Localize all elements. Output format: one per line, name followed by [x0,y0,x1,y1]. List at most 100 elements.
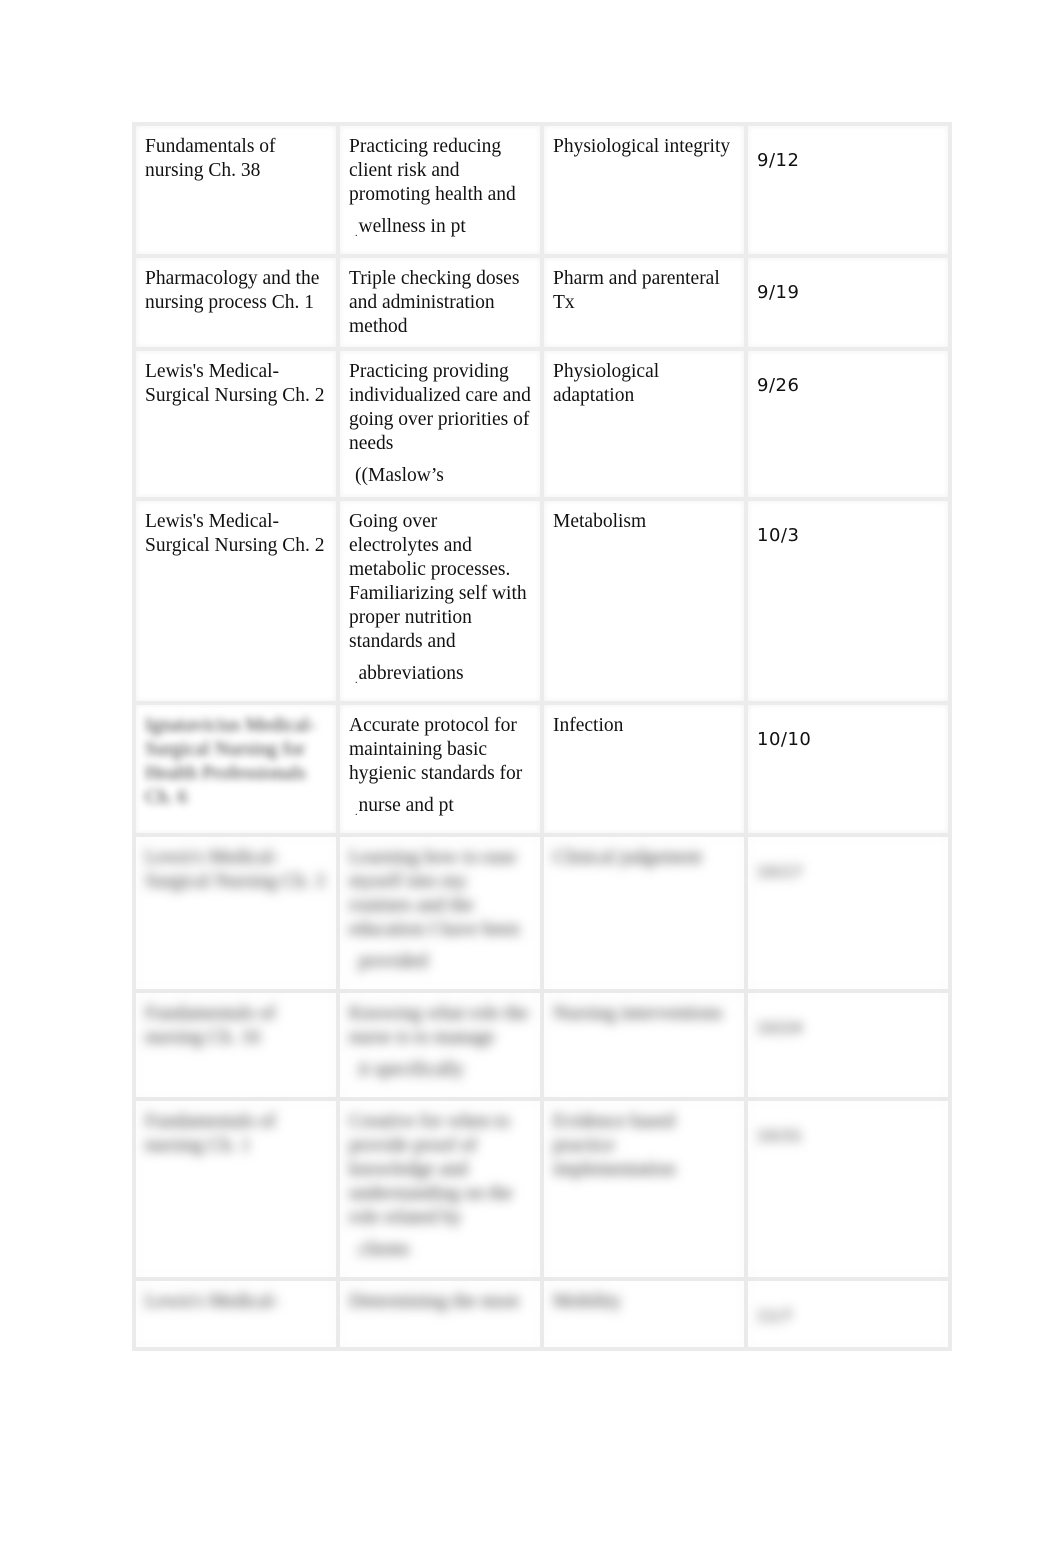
activity-tail: .clients [349,1238,532,1269]
category-cell: Physiological integrity [540,122,748,258]
category-cell: Physiological adaptation [540,347,748,501]
source-cell: Ignatavicius Medical-Surgical Nursing fo… [132,701,340,837]
activity-cell: Practicing reducing client risk and prom… [336,122,544,258]
date-cell: 10/10 [744,701,952,837]
source-text: Fundamentals of nursing Ch. 16 [145,1003,276,1048]
date-cell: 10/17 [744,833,952,993]
activity-text: Going over electrolytes and metabolic pr… [349,511,527,652]
source-text: Lewis's Medical-Surgical Nursing Ch. 3 [145,847,325,892]
source-cell: Fundamentals of nursing Ch. 16 [132,989,340,1101]
date-text: 9/12 [757,150,800,171]
activity-cell: Going over electrolytes and metabolic pr… [336,497,544,705]
source-cell: Lewis's Medical-Surgical Nursing Ch. 2 [132,497,340,705]
activity-tail-text: clients [358,1239,410,1260]
date-cell: 10/31 [744,1097,952,1281]
activity-text: Practicing reducing client risk and prom… [349,136,516,205]
table-row: Ignatavicius Medical-Surgical Nursing fo… [132,701,952,837]
table-row: Lewis's Medical-Surgical Nursing Ch. 2 P… [132,347,952,501]
activity-text: Practicing providing individualized care… [349,361,531,454]
activity-cell: Creative for when to provide proof of kn… [336,1097,544,1281]
activity-cell: Determining the most . [336,1277,544,1351]
category-cell: Nursing interventions [540,989,748,1101]
table-body: Fundamentals of nursing Ch. 38 Practicin… [132,122,952,1351]
activity-tail: .nurse and pt [349,794,532,825]
category-cell: Mobility [540,1277,748,1351]
category-cell: Infection [540,701,748,837]
activity-tail-text: wellness in pt [358,216,466,237]
date-text: 10/31 [757,1127,803,1145]
category-cell: Clinical judgement [540,833,748,993]
activity-text: Triple checking doses and administration… [349,268,520,337]
date-text: 9/19 [757,282,800,303]
date-text: 10/17 [757,863,803,881]
category-text: Metabolism [553,511,647,532]
activity-tail: .it specifically [349,1058,532,1089]
activity-cell: Triple checking doses and administration… [336,254,544,351]
activity-text: Accurate protocol for maintaining basic … [349,715,523,784]
source-cell: Fundamentals of nursing Ch. 38 [132,122,340,258]
activity-cell: Learning how to ease myself into my rout… [336,833,544,993]
bullet-dot: . [355,963,358,974]
date-text: 9/26 [757,375,800,396]
source-text: Ignatavicius Medical-Surgical Nursing fo… [145,715,316,808]
source-text: Fundamentals of nursing Ch. 38 [145,136,276,181]
activity-tail: .((Maslow’s [349,464,532,488]
source-text: Lewis's Medical-Surgical Nursing Ch. 2 [145,511,325,556]
category-text: Nursing interventions [553,1003,723,1024]
date-cell: 10/24 [744,989,952,1101]
source-cell: Lewis's Medical-Surgical Nursing Ch. 3 [132,833,340,993]
study-log-table: Fundamentals of nursing Ch. 38 Practicin… [132,122,952,1351]
source-text: Pharmacology and the nursing process Ch.… [145,268,320,313]
table-row: Lewis's Medical-Surgical Nursing Ch. 2 G… [132,497,952,705]
activity-tail: .wellness in pt [349,215,532,246]
date-text: 10/10 [757,729,812,750]
date-cell: 9/12 [744,122,952,258]
activity-tail-text: provided [358,951,428,972]
date-cell: 9/19 [744,254,952,351]
category-text: Mobility [553,1291,622,1312]
activity-tail: .provided [349,950,532,981]
date-text: 11/7 [757,1307,793,1325]
category-text: Infection [553,715,624,736]
source-cell: Lewis's Medical- [132,1277,340,1351]
date-cell: 10/3 [744,497,952,705]
date-cell: 9/26 [744,347,952,501]
activity-cell: Accurate protocol for maintaining basic … [336,701,544,837]
date-cell: 11/7 [744,1277,952,1351]
bullet-dot: . [355,1071,358,1082]
source-cell: Fundamentals of nursing Ch. 1 [132,1097,340,1281]
activity-tail-text: nurse and pt [358,795,454,816]
document-page: Fundamentals of nursing Ch. 38 Practicin… [0,0,1062,1556]
activity-tail: .abbreviations [349,662,532,693]
table-row: Pharmacology and the nursing process Ch.… [132,254,952,351]
category-text: Physiological adaptation [553,361,660,406]
category-text: Physiological integrity [553,136,731,157]
table-row: Lewis's Medical-Surgical Nursing Ch. 3 L… [132,833,952,993]
bullet-dot: . [355,1251,358,1262]
date-text: 10/24 [757,1019,803,1037]
source-cell: Lewis's Medical-Surgical Nursing Ch. 2 [132,347,340,501]
table-row: Fundamentals of nursing Ch. 1 Creative f… [132,1097,952,1281]
category-cell: Evidence based practice implementation [540,1097,748,1281]
activity-text: Creative for when to provide proof of kn… [349,1111,513,1228]
category-cell: Metabolism [540,497,748,705]
table-row: Fundamentals of nursing Ch. 16 Knowing w… [132,989,952,1101]
source-text: Lewis's Medical-Surgical Nursing Ch. 2 [145,361,325,406]
activity-text: Determining the most [349,1291,520,1312]
activity-cell: Practicing providing individualized care… [336,347,544,501]
activity-text: Learning how to ease myself into my rout… [349,847,520,940]
category-text: Evidence based practice implementation [553,1111,676,1180]
date-text: 10/3 [757,525,800,546]
category-cell: Pharm and parenteral Tx [540,254,748,351]
source-text: Lewis's Medical- [145,1291,280,1312]
activity-tail-text: abbreviations [358,663,464,684]
bullet-dot: . [355,807,358,818]
table-row: Lewis's Medical- Determining the most . … [132,1277,952,1351]
activity-tail-text: ((Maslow’s [355,465,444,486]
category-text: Clinical judgement [553,847,702,868]
source-text: Fundamentals of nursing Ch. 1 [145,1111,276,1156]
bullet-dot: . [355,228,358,239]
activity-text: Knowing what role the nurse is to manage [349,1003,529,1048]
activity-tail-text: it specifically [358,1059,465,1080]
category-text: Pharm and parenteral Tx [553,268,720,313]
